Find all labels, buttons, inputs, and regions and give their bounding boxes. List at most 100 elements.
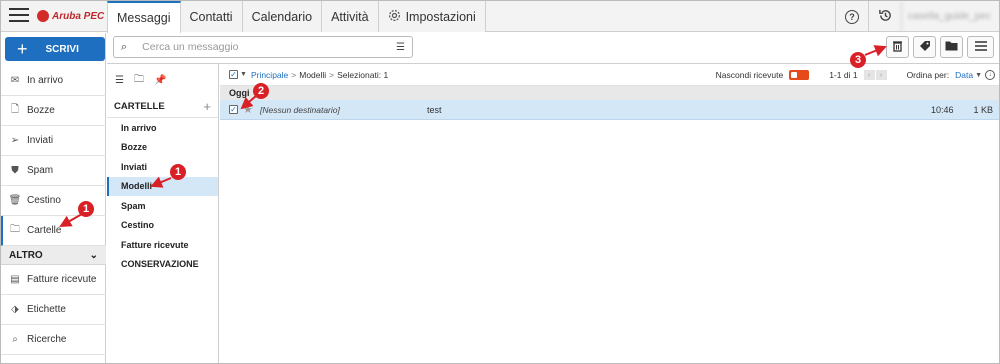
selection-count: Selezionati: 1 [337, 69, 389, 80]
row-size: 1 KB [973, 104, 993, 115]
folder-bozze[interactable]: Bozze [107, 138, 218, 158]
folder-icon [945, 40, 958, 54]
plus-icon: + [17, 39, 28, 59]
pager: ‹ › [863, 70, 887, 80]
star-icon[interactable]: ★ [243, 103, 253, 116]
table-row[interactable]: ✓ ★ [Nessun destinatario] test 10:46 1 K… [220, 100, 999, 120]
sidebar-item-label: Bozze [27, 105, 55, 116]
sort-direction-icon[interactable]: ↓ [985, 70, 995, 80]
logo-mark-icon [37, 10, 49, 22]
add-folder-icon[interactable]: + [203, 99, 211, 114]
search-icon: ⌕ [12, 334, 18, 345]
logo: Aruba PEC [37, 10, 104, 22]
menu-lines-icon [974, 40, 987, 54]
tab-messaggi[interactable]: Messaggi [107, 1, 181, 33]
folders-panel: ☰ 🗀 📌 CARTELLE + In arrivo Bozze Inviati… [107, 64, 219, 363]
compose-label: SCRIVI [45, 43, 79, 55]
sidebar-item-etichette[interactable]: ⬗ Etichette [1, 295, 106, 325]
breadcrumb-root[interactable]: Principale [251, 70, 288, 80]
sidebar-item-fatture[interactable]: ▤ Fatture ricevute [1, 265, 106, 295]
tab-calendario[interactable]: Calendario [242, 1, 323, 32]
top-bar: Aruba PEC Messaggi Contatti Calendario A… [1, 1, 999, 33]
envelope-icon: ✉ [10, 75, 20, 86]
folder-spam[interactable]: Spam [107, 196, 218, 216]
main-tabs: Messaggi Contatti Calendario Attività Im… [107, 1, 486, 33]
folder-conservazione[interactable]: CONSERVAZIONE [107, 255, 218, 275]
trash-icon [892, 40, 903, 55]
user-account[interactable]: casella_guide_pec [901, 1, 999, 32]
compose-button[interactable]: + SCRIVI [5, 37, 105, 61]
hamburger-menu-icon[interactable] [9, 8, 29, 24]
sort-caret-icon[interactable]: ▼ [975, 72, 982, 79]
sidebar-item-label: Ricerche [27, 334, 67, 345]
delete-button[interactable] [886, 36, 909, 58]
sidebar-item-label: Etichette [27, 304, 66, 315]
folder-cestino[interactable]: Cestino [107, 216, 218, 236]
sort-label: Ordina per: [906, 70, 950, 80]
gear-icon [388, 9, 401, 25]
more-menu-button[interactable] [967, 36, 994, 58]
toggle-knob [791, 72, 798, 78]
folder-inviati[interactable]: Inviati [107, 157, 218, 177]
tab-label: Attività [331, 9, 369, 24]
sort-field-dropdown[interactable]: Data [955, 70, 973, 80]
breadcrumb-current: Modelli [299, 69, 327, 80]
sidebar-item-cartelle[interactable]: 🗀 Cartelle [1, 216, 106, 246]
tab-label: Calendario [251, 9, 313, 24]
folder-tools: ☰ 🗀 📌 [107, 64, 218, 96]
send-icon: ➢ [10, 135, 20, 146]
tag-icon: ⬗ [11, 304, 19, 315]
collapse-tree-icon[interactable]: ☰ [115, 75, 124, 86]
callout-3-delete: 3 [850, 52, 866, 68]
sidebar-item-bozze[interactable]: 🗋 Bozze [1, 96, 106, 126]
folder-fatture-ricevute[interactable]: Fatture ricevute [107, 235, 218, 255]
tab-label: Contatti [189, 9, 233, 24]
sidebar-item-in-arrivo[interactable]: ✉ In arrivo [1, 66, 106, 96]
folders-header: CARTELLE + [107, 96, 218, 118]
sidebar-item-label: Spam [27, 165, 54, 176]
search-input[interactable]: ⌕ Cerca un messaggio ☰ [113, 36, 413, 58]
sidebar-item-label: Fatture ricevute [27, 274, 97, 285]
callout-1-folder: 1 [170, 164, 186, 180]
tab-attivita[interactable]: Attività [322, 1, 379, 32]
hide-read-toggle[interactable] [789, 70, 810, 80]
list-header: ✓ ▼ Principale > Modelli > Selezionati: … [220, 64, 999, 86]
tab-label: Impostazioni [405, 9, 476, 24]
chevron-down-icon: ⌄ [89, 249, 98, 261]
advanced-search-icon[interactable]: ☰ [396, 42, 405, 53]
sidebar-item-ricerche[interactable]: ⌕ Ricerche [1, 325, 106, 355]
row-recipient: [Nessun destinatario] [260, 104, 340, 115]
left-sidebar: + SCRIVI ✉ In arrivo 🗋 Bozze ➢ Inviati ⛊ Spa… [1, 33, 106, 363]
label-button[interactable] [913, 36, 936, 58]
breadcrumb-separator: > [329, 69, 335, 80]
history-button[interactable] [868, 1, 901, 32]
sidebar-item-spam[interactable]: ⛊ Spam [1, 156, 106, 186]
spam-shield-icon: ⛊ [11, 165, 19, 176]
caret-down-icon[interactable]: ▼ [240, 71, 247, 78]
move-folder-button[interactable] [940, 36, 963, 58]
sidebar-item-label: Cartelle [27, 225, 62, 236]
callout-2-row: 2 [253, 83, 269, 99]
sidebar-item-inviati[interactable]: ➢ Inviati [1, 126, 106, 156]
help-button[interactable]: ? [835, 1, 868, 32]
tab-impostazioni[interactable]: Impostazioni [378, 1, 486, 32]
altro-section-toggle[interactable]: ALTRO ⌄ [1, 246, 106, 265]
folder-modelli[interactable]: Modelli [107, 176, 218, 196]
search-icon: ⌕ [121, 40, 128, 53]
draft-icon: 🗋 [10, 104, 20, 115]
logo-text: Aruba PEC [52, 10, 105, 22]
row-checkbox[interactable]: ✓ [229, 105, 238, 114]
callout-1-sidebar: 1 [78, 201, 94, 217]
pin-icon[interactable]: 📌 [154, 75, 166, 86]
new-folder-icon[interactable]: 🗀 [134, 72, 144, 89]
select-all-checkbox[interactable]: ✓ [229, 70, 238, 79]
breadcrumb-separator: > [291, 69, 297, 80]
prev-page-icon[interactable]: ‹ [863, 70, 875, 80]
tab-contatti[interactable]: Contatti [180, 1, 243, 32]
hide-read-label: Nascondi ricevute [715, 70, 784, 80]
folder-in-arrivo[interactable]: In arrivo [107, 118, 218, 138]
tab-label: Messaggi [117, 11, 171, 25]
help-icon: ? [845, 9, 859, 24]
next-page-icon[interactable]: › [875, 70, 887, 80]
trash-icon: 🗑 [8, 195, 22, 206]
